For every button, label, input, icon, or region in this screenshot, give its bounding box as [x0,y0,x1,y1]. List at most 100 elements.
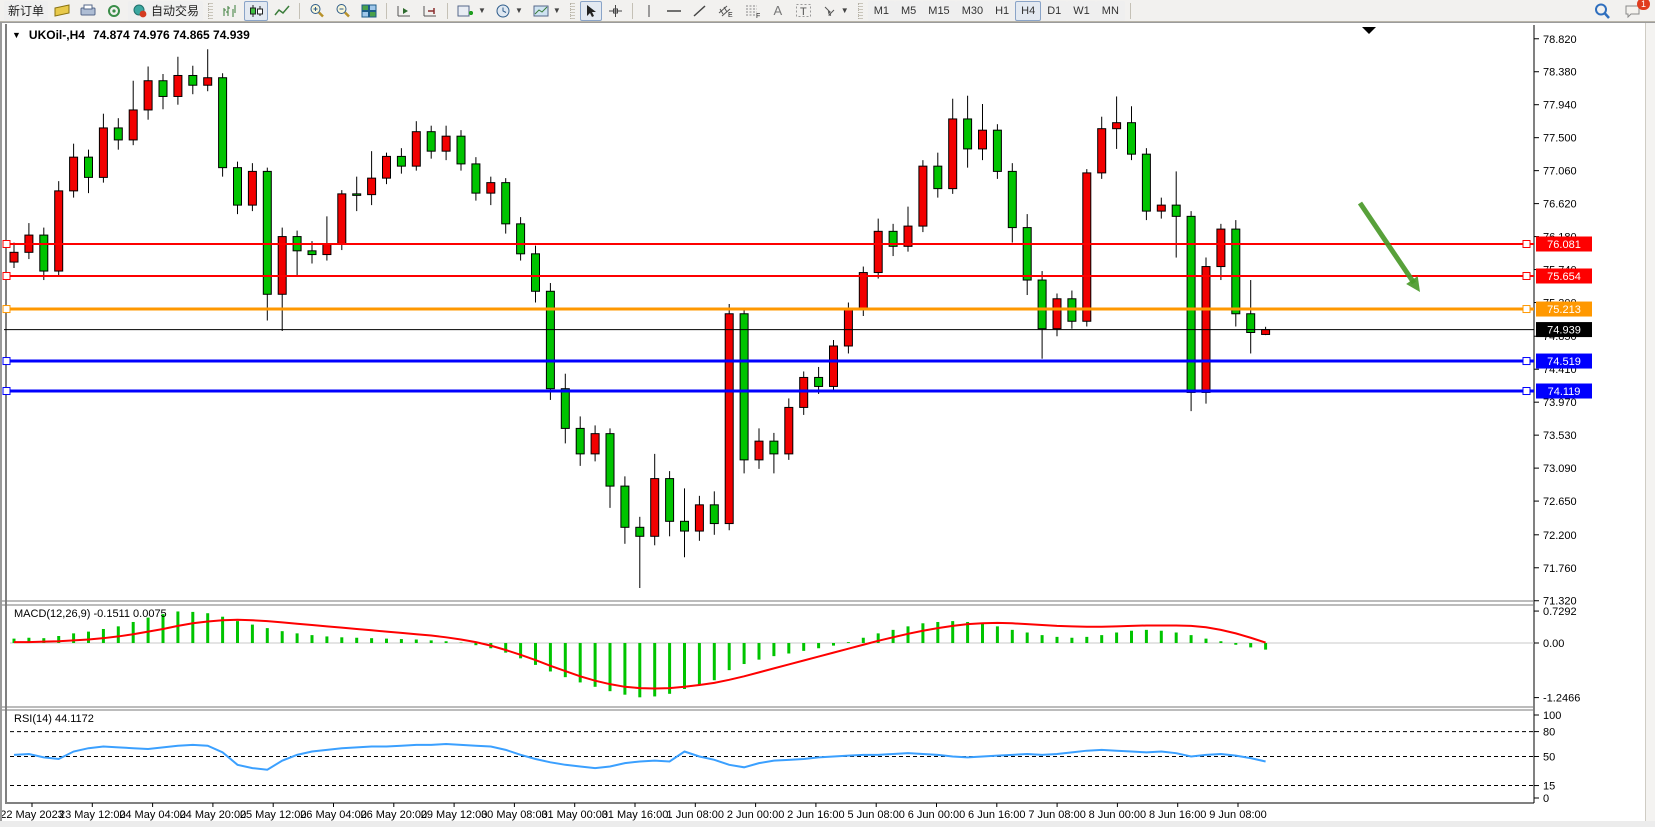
vertical-scrollbar[interactable] [1645,23,1655,822]
svg-text:T: T [800,6,807,18]
svg-text:25 May 12:00: 25 May 12:00 [240,809,307,821]
line-handle[interactable] [1523,241,1530,248]
candle [561,389,569,429]
notifications-button[interactable]: 1 [1621,1,1645,21]
candle [576,428,584,453]
svg-text:15: 15 [1543,781,1555,793]
line-handle[interactable] [1523,272,1530,279]
svg-text:0: 0 [1543,793,1549,805]
candle [308,251,316,255]
chart-canvas[interactable]: 78.82078.38077.94077.50077.06076.62076.1… [2,23,1655,822]
price-level-line-75.654[interactable]: 75.654 [3,268,1592,283]
candlestick-icon [248,4,264,18]
line-handle[interactable] [3,358,10,365]
chart-shift-button[interactable] [418,1,442,21]
toolbar-grip[interactable] [858,3,863,19]
auto-scroll-icon [396,4,412,18]
tile-windows-button[interactable] [357,1,381,21]
candle [442,136,450,151]
candle [70,157,78,191]
timeframe-button-M30[interactable]: M30 [956,1,989,21]
line-handle[interactable] [1523,358,1530,365]
timeframe-button-H4[interactable]: H4 [1015,1,1041,21]
candle [144,81,152,110]
candle [159,81,167,97]
timeframe-button-MN[interactable]: MN [1096,1,1125,21]
candle [874,231,882,272]
svg-text:6 Jun 16:00: 6 Jun 16:00 [968,809,1026,821]
svg-text:76.620: 76.620 [1543,199,1577,211]
rsi-panel: 1008050150 [10,710,1561,805]
candle [129,110,137,140]
timeframe-button-M5[interactable]: M5 [895,1,922,21]
zoom-in-icon [309,3,325,18]
candle [666,479,674,522]
auto-trading-button[interactable]: 自动交易 [128,1,203,21]
line-handle[interactable] [1523,306,1530,313]
timeframe-button-D1[interactable]: D1 [1041,1,1067,21]
candle [323,244,331,254]
shapes-button[interactable]: ▼ [818,1,853,21]
price-level-line-75.213[interactable]: 75.213 [3,302,1592,317]
new-chart-button[interactable]: ▼ [453,1,490,21]
timeframe-button-W1[interactable]: W1 [1067,1,1096,21]
new-order-button[interactable]: 新订单 [4,1,48,21]
price-level-line-74.119[interactable]: 74.119 [3,384,1592,399]
line-handle[interactable] [3,306,10,313]
tile-windows-icon [361,4,377,18]
candle [55,191,63,271]
print-icon[interactable] [76,1,100,21]
svg-text:29 May 12:00: 29 May 12:00 [421,809,488,821]
price-level-line-76.081[interactable]: 76.081 [3,237,1592,252]
down-arrow-annotation[interactable] [1360,203,1420,292]
candle [785,407,793,453]
candle [695,505,703,531]
cursor-icon [584,4,597,18]
line-handle[interactable] [3,388,10,395]
text-label-button[interactable]: T [791,1,816,21]
candle [85,157,93,177]
horizontal-line-button[interactable] [662,1,686,21]
chart-symbol: UKOil-,H4 [29,28,85,42]
svg-text:77.940: 77.940 [1543,100,1577,112]
zoom-out-button[interactable] [331,1,355,21]
line-handle[interactable] [3,272,10,279]
channel-button[interactable]: E [713,1,738,21]
vertical-line-button[interactable] [638,1,660,21]
price-level-line-74.519[interactable]: 74.519 [3,354,1592,369]
candles-layer [10,49,1270,588]
line-handle[interactable] [3,241,10,248]
line-handle[interactable] [1523,388,1530,395]
line-chart-button[interactable] [270,1,294,21]
chart-frame [2,24,1534,803]
svg-text:23 May 12:00: 23 May 12:00 [59,809,126,821]
bar-chart-button[interactable] [218,1,242,21]
macd-panel-label: MACD(12,26,9) -0.1511 0.0075 [14,608,167,620]
cursor-button[interactable] [580,1,602,21]
template-button[interactable]: ▼ [529,1,565,21]
crosshair-button[interactable] [604,1,627,21]
scroll-to-end-marker[interactable] [1362,27,1376,34]
timeframe-button-M1[interactable]: M1 [868,1,895,21]
timeframe-button-M15[interactable]: M15 [922,1,955,21]
auto-scroll-button[interactable] [392,1,416,21]
market-watch-icon[interactable] [50,1,74,21]
fibonacci-button[interactable]: F [740,1,765,21]
svg-text:74.119: 74.119 [1548,386,1581,398]
toolbar-grip[interactable] [570,3,575,19]
toolbar-grip[interactable] [208,3,213,19]
collapse-triangle-icon[interactable]: ▼ [12,30,21,40]
candle [1157,205,1165,211]
zoom-in-button[interactable] [305,1,329,21]
svg-text:30 May 08:00: 30 May 08:00 [481,809,548,821]
candlestick-button[interactable] [244,1,268,21]
svg-text:-1.2466: -1.2466 [1543,693,1580,705]
trendline-button[interactable] [688,1,711,21]
svg-text:50: 50 [1543,752,1555,764]
text-tool-button[interactable]: A [767,1,789,21]
news-icon[interactable] [102,1,126,21]
search-icon[interactable] [1590,1,1615,21]
period-button[interactable]: ▼ [492,1,527,21]
clock-icon [496,4,511,18]
timeframe-button-H1[interactable]: H1 [989,1,1015,21]
